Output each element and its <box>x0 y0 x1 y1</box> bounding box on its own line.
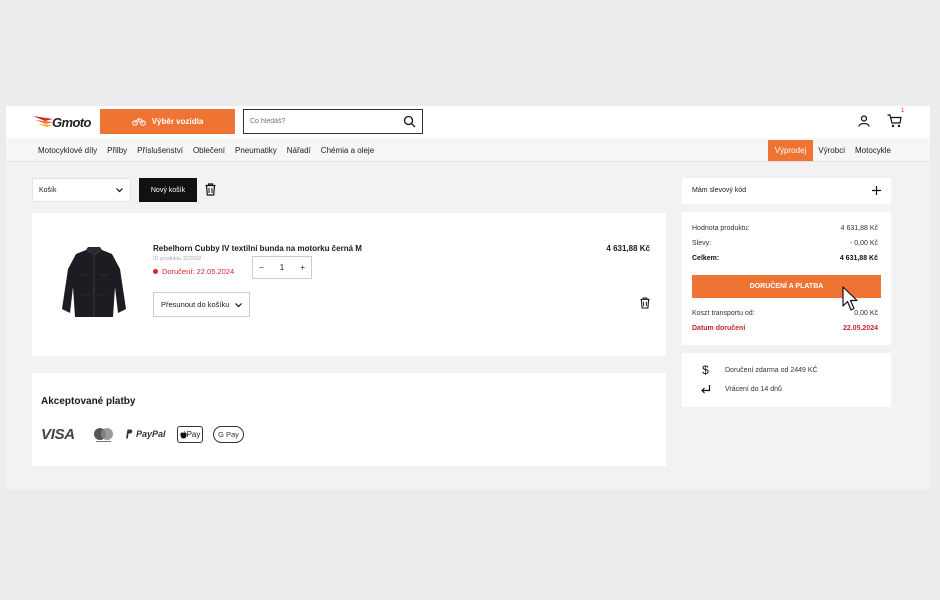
cart-icon[interactable] <box>887 114 902 128</box>
increase-button[interactable]: + <box>300 263 305 272</box>
vehicle-select-label: Výběr vozidla <box>151 117 204 126</box>
mouse-cursor-icon <box>842 286 858 311</box>
category-nav: Motocyklové díly Přilby Příslušenství Ob… <box>6 138 930 162</box>
google-pay-logo: G Pay <box>213 426 244 443</box>
summary-row-product-value: Hodnota produktu: 4 631,88 Kč <box>692 225 878 232</box>
new-cart-button[interactable]: Nový košík <box>139 178 197 202</box>
paypal-icon <box>126 429 133 439</box>
delivery-date-value: 22.05.2024 <box>842 325 878 332</box>
logo[interactable]: Gmoto <box>33 112 95 132</box>
visa-logo: VISA <box>41 426 75 443</box>
nav-item-accessories[interactable]: Příslušenství <box>137 146 183 155</box>
apple-pay-logo: Pay <box>177 426 203 443</box>
motorcycle-icon <box>131 118 146 126</box>
cart-select-value: Košík <box>39 186 57 194</box>
product-image[interactable] <box>60 247 128 320</box>
nav-item-helmets[interactable]: Přilby <box>107 146 127 155</box>
product-id: ID produktu 322502 <box>153 256 202 262</box>
paypal-logo: PayPal <box>125 429 166 439</box>
free-delivery-row: $ Doručení zdarma od 2449 KČ <box>700 363 818 377</box>
search-icon[interactable] <box>403 115 416 128</box>
delivery-date-label: Datum doručení <box>692 325 746 332</box>
nav-item-motorcycle-parts[interactable]: Motocyklové díly <box>38 146 97 155</box>
apple-pay-text: Pay <box>186 430 201 439</box>
chevron-down-icon <box>235 303 242 308</box>
returns-text: Vrácení do 14 dnů <box>725 386 782 393</box>
decrease-button[interactable]: − <box>259 263 264 272</box>
plus-icon[interactable] <box>872 186 881 195</box>
product-value-label: Hodnota produktu: <box>692 225 750 232</box>
summary-row-delivery-date: Datum doručení 22.05.2024 <box>692 325 878 332</box>
delivery-status-dot <box>153 269 158 274</box>
nav-item-tools[interactable]: Nářadí <box>287 146 311 155</box>
returns-row: Vrácení do 14 dnů <box>700 384 782 395</box>
search-box <box>243 109 423 134</box>
nav-item-motorcycles[interactable]: Motocykle <box>850 140 896 161</box>
discounts-label: Slevy: <box>692 240 712 247</box>
payments-card <box>32 373 666 466</box>
nav-item-clothing[interactable]: Oblečení <box>193 146 225 155</box>
nav-left-list: Motocyklové díly Přilby Příslušenství Ob… <box>38 138 374 162</box>
move-to-cart-select[interactable]: Přesunout do košíku <box>153 292 250 317</box>
user-icon[interactable] <box>858 115 870 127</box>
move-to-cart-label: Přesunout do košíku <box>161 300 230 309</box>
delivery-date: Doručení: 22.05.2024 <box>153 267 234 276</box>
discount-code-label[interactable]: Mám slevový kód <box>692 187 746 194</box>
nav-right-list: Výprodej Výrobci Motocykle <box>767 140 896 161</box>
remove-item-icon[interactable] <box>640 297 650 309</box>
summary-row-total: Celkem: 4 631,88 Kč <box>692 255 878 262</box>
chevron-down-icon <box>116 188 123 193</box>
quantity-stepper: − 1 + <box>252 256 312 279</box>
total-amount: 4 631,88 Kč <box>839 255 878 262</box>
logo-text: Gmoto <box>52 115 91 130</box>
search-input[interactable] <box>250 111 400 132</box>
item-price: 4 631,88 Kč <box>606 244 650 253</box>
quantity-value[interactable]: 1 <box>280 263 284 272</box>
transport-label: Koszt transportu od: <box>692 310 755 317</box>
nav-item-sale[interactable]: Výprodej <box>767 140 814 161</box>
product-value-amount: 4 631,88 Kč <box>840 225 878 232</box>
shop-info-card <box>682 353 891 407</box>
apple-icon <box>180 430 187 439</box>
delivery-date-text: Doručení: 22.05.2024 <box>162 267 235 276</box>
nav-item-chemicals-oils[interactable]: Chémia a oleje <box>321 146 374 155</box>
mastercard-icon <box>94 428 113 442</box>
summary-row-discounts: Slevy: - 0,00 Kč <box>692 240 878 247</box>
total-label: Celkem: <box>692 255 720 262</box>
free-delivery-text: Doručení zdarma od 2449 KČ <box>725 366 818 374</box>
nav-item-tyres[interactable]: Pneumatiky <box>235 146 277 155</box>
trash-icon[interactable] <box>205 183 216 196</box>
paypal-text: PayPal <box>136 429 166 439</box>
nav-item-manufacturers[interactable]: Výrobci <box>813 140 850 161</box>
product-name[interactable]: Rebelhorn Cubby IV textilní bunda na mot… <box>153 244 362 253</box>
dollar-icon: $ <box>702 363 709 377</box>
discounts-amount: - 0,00 Kč <box>849 240 878 247</box>
vehicle-select-button[interactable]: Výběr vozidla <box>100 109 235 134</box>
payments-title: Akceptované platby <box>41 396 136 407</box>
return-arrow-icon <box>701 385 711 394</box>
cart-select[interactable]: Košík <box>32 178 131 202</box>
cart-count-badge: 1 <box>901 108 905 114</box>
